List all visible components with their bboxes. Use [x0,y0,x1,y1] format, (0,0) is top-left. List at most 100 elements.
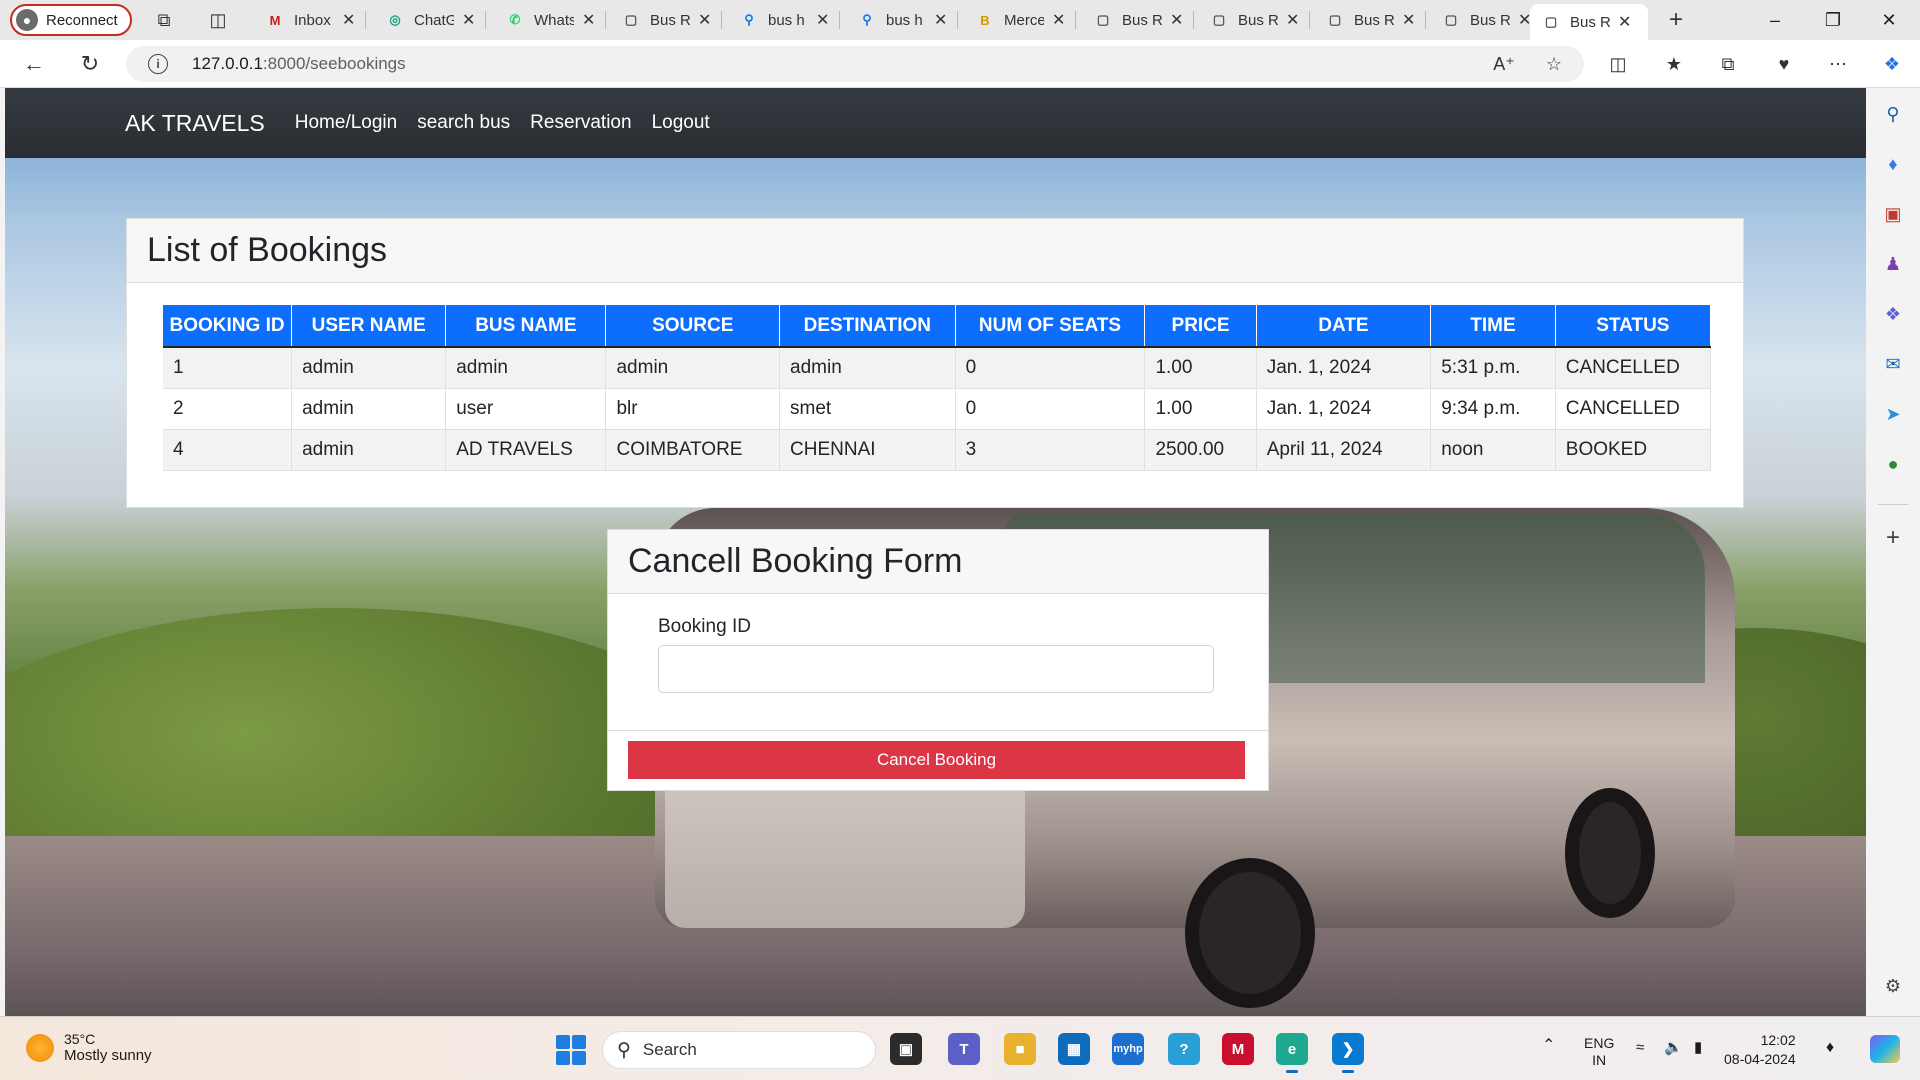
close-window-icon[interactable]: ✕ [1866,6,1912,34]
microsoft-store-icon[interactable]: ▦ [1058,1033,1090,1065]
task-view-icon[interactable]: ▣ [890,1033,922,1065]
browser-tab[interactable]: B Mercedes ✕ [964,4,1076,36]
file-explorer-icon[interactable]: ■ [1004,1033,1036,1065]
favorites-icon[interactable]: ★ [1662,52,1686,76]
myhp-icon[interactable]: myhp [1112,1033,1144,1065]
tab-title: Bus Reservation [1570,13,1610,31]
system-clock[interactable]: 12:02 08-04-2024 [1724,1031,1796,1069]
browser-tab[interactable]: ✆ WhatsApp ✕ [494,4,606,36]
tools-icon[interactable]: ▣ [1881,202,1905,226]
language-indicator[interactable]: ENG IN [1584,1035,1614,1069]
restore-icon[interactable]: ❐ [1810,6,1856,34]
copilot-taskbar-icon[interactable] [1870,1035,1900,1063]
nav-link-logout[interactable]: Logout [652,112,710,134]
browser-tab[interactable]: ▢Bus Reservation✕ [1198,4,1310,36]
nav-link-home-login[interactable]: Home/Login [295,112,397,134]
whatsapp-icon: ✆ [509,12,521,27]
back-icon[interactable]: ← [20,50,48,78]
browser-tab[interactable]: ▢Bus Reservation✕ [610,4,722,36]
booking-id-input[interactable] [658,645,1214,693]
workspaces-icon[interactable]: ⧉ [152,8,176,32]
minimize-icon[interactable]: – [1752,6,1798,34]
browser-tab[interactable]: ⚲ bus h ✕ [846,4,958,36]
close-tab-icon[interactable]: ✕ [934,10,947,30]
browser-tab[interactable]: ▢Bus Reservation✕ [1530,4,1648,40]
more-menu-icon[interactable]: ⋯ [1826,52,1850,76]
refresh-icon[interactable]: ↻ [76,50,104,78]
tree-icon[interactable]: ● [1881,452,1905,476]
close-tab-icon[interactable]: ✕ [1402,10,1415,30]
tab-separator [721,11,722,29]
address-bar[interactable]: i 127.0.0.1:8000/seebookings [126,46,1584,82]
table-cell: CANCELLED [1555,388,1712,430]
close-tab-icon[interactable]: ✕ [582,10,595,30]
browser-tab[interactable]: ▢Bus Reservation✕ [1082,4,1194,36]
close-tab-icon[interactable]: ✕ [1052,10,1065,30]
games-icon[interactable]: ♟ [1881,252,1905,276]
split-screen-icon[interactable]: ◫ [1606,52,1630,76]
copilot-icon[interactable]: ❖ [1880,52,1904,76]
outlook-icon[interactable]: ✉ [1881,352,1905,376]
shopping-tag-icon[interactable]: ♦ [1881,152,1905,176]
profile-button[interactable]: ● Reconnect [10,4,132,36]
add-sidebar-icon[interactable]: + [1881,524,1905,551]
close-tab-icon[interactable]: ✕ [1618,12,1631,32]
volume-icon[interactable]: 🔈 [1664,1039,1683,1056]
table-cell: 4 [163,429,293,471]
clock-time: 12:02 [1760,1032,1796,1048]
table-cell: admin [779,347,956,389]
browser-essentials-icon[interactable]: ♥ [1772,52,1796,76]
column-header: BUS NAME [445,305,607,348]
mcafee-icon[interactable]: M [1222,1033,1254,1065]
vscode-icon[interactable]: ❯ [1332,1033,1364,1073]
close-tab-icon[interactable]: ✕ [462,10,475,30]
windows-start-icon[interactable] [556,1035,586,1065]
chatgpt-icon: ◎ [389,12,401,27]
favorite-star-icon[interactable]: ☆ [1542,52,1566,76]
taskbar-search[interactable]: ⚲ Search [602,1031,876,1069]
nav-link-search-bus[interactable]: search bus [417,112,510,134]
teams-icon[interactable]: T [948,1033,980,1065]
edge-browser-icon[interactable]: e [1276,1033,1308,1073]
settings-gear-icon[interactable]: ⚙ [1881,974,1905,998]
notification-bell-icon[interactable]: ♦ [1826,1039,1834,1056]
collections-icon[interactable]: ⧉ [1716,52,1740,76]
table-cell: AD TRAVELS [445,429,607,471]
tab-actions-icon[interactable]: ◫ [206,8,230,32]
site-info-icon[interactable]: i [148,54,168,74]
browser-tab[interactable]: ▢Bus Reservation✕ [1430,4,1542,36]
tab-separator [1309,11,1310,29]
profile-label: Reconnect [46,11,118,29]
nav-link-reservation[interactable]: Reservation [530,112,631,134]
close-tab-icon[interactable]: ✕ [342,10,355,30]
close-tab-icon[interactable]: ✕ [698,10,711,30]
help-icon[interactable]: ? [1168,1033,1200,1065]
browser-tab[interactable]: ⚲ bus h ✕ [728,4,840,36]
site-navbar: AK TRAVELS Home/Login search bus Reserva… [5,88,1866,158]
close-tab-icon[interactable]: ✕ [1286,10,1299,30]
tab-title: Mercedes [1004,11,1044,29]
browser-tab[interactable]: ◎ ChatGPT ✕ [374,4,486,36]
close-tab-icon[interactable]: ✕ [816,10,829,30]
page-viewport: AK TRAVELS Home/Login search bus Reserva… [5,88,1866,1016]
weather-widget[interactable]: 35°C Mostly sunny [26,1031,152,1064]
close-tab-icon[interactable]: ✕ [1170,10,1183,30]
gmail-icon: M [269,12,281,28]
send-icon[interactable]: ➤ [1881,402,1905,426]
cancel-booking-button[interactable]: Cancel Booking [628,741,1245,779]
browser-tab[interactable]: ▢Bus Reservation✕ [1314,4,1426,36]
wifi-icon[interactable]: ≈ [1636,1039,1644,1056]
page-icon: ▢ [624,12,638,27]
show-hidden-icons-icon[interactable]: ⌃ [1542,1037,1555,1054]
table-cell: CANCELLED [1555,347,1712,389]
tab-separator [1193,11,1194,29]
table-cell: 9:34 p.m. [1430,388,1556,430]
site-brand[interactable]: AK TRAVELS [125,110,265,137]
copilot-apps-icon[interactable]: ❖ [1881,302,1905,326]
new-tab-icon[interactable]: + [1664,6,1688,33]
search-icon[interactable]: ⚲ [1881,102,1905,126]
browser-tab[interactable]: M Inbox ✕ [254,4,366,36]
battery-icon[interactable]: ▮ [1694,1039,1702,1056]
read-aloud-icon[interactable]: A⁺ [1492,52,1516,76]
search-icon: ⚲ [617,1039,631,1061]
